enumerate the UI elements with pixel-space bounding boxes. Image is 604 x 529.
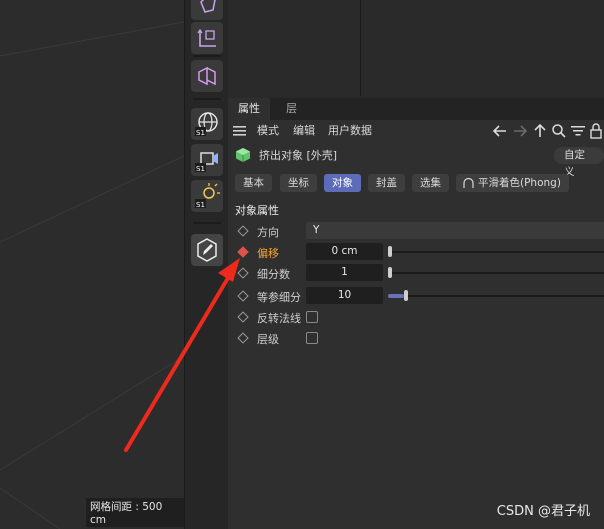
tool-edit-button[interactable] bbox=[191, 234, 223, 266]
keyframe-diamond-icon[interactable] bbox=[237, 225, 249, 237]
customize-button[interactable]: 自定义 bbox=[554, 147, 604, 178]
filter-icon[interactable] bbox=[570, 123, 586, 139]
light-bulb-icon: S1 bbox=[195, 183, 220, 209]
property-label: 等参细分 bbox=[257, 291, 301, 304]
svg-text:S1: S1 bbox=[196, 201, 205, 209]
tab-selections[interactable]: 选集 bbox=[412, 174, 449, 192]
tab-caps[interactable]: 封盖 bbox=[368, 174, 405, 192]
viewport-grid bbox=[0, 21, 184, 529]
tool-camera-button[interactable]: S1 bbox=[191, 144, 223, 176]
tool-palette: S1 S1 S1 bbox=[184, 0, 228, 529]
phong-icon bbox=[463, 177, 474, 188]
deformer-icon bbox=[198, 66, 216, 86]
tab-phong[interactable]: 平滑着色(Phong) bbox=[456, 174, 569, 192]
polygon-icon bbox=[200, 0, 216, 13]
property-tabs: 基本 坐标 对象 封盖 选集 平滑着色(Phong) bbox=[228, 174, 604, 194]
tab-attributes[interactable]: 属性 bbox=[228, 98, 270, 120]
property-row-direction: 方向 Y bbox=[228, 222, 604, 240]
toolbar-separator bbox=[193, 55, 221, 57]
panel-tab-bar: 属性 层 bbox=[228, 98, 604, 120]
subdivisions-input[interactable]: 1 bbox=[306, 264, 383, 281]
object-header: 挤出对象 [外壳] 自定义 bbox=[228, 144, 604, 178]
subdivisions-slider-thumb[interactable] bbox=[388, 267, 392, 278]
tool-light-button[interactable]: S1 bbox=[191, 180, 223, 212]
section-title: 对象属性 bbox=[235, 204, 279, 217]
offset-slider-thumb[interactable] bbox=[388, 246, 392, 257]
property-row-isoparm: 等参细分 10 bbox=[228, 287, 604, 305]
search-icon[interactable] bbox=[551, 123, 567, 139]
top-view-area bbox=[228, 0, 604, 96]
viewport[interactable]: 网格间距 : 500 cm bbox=[0, 0, 184, 529]
axis-cube-icon bbox=[197, 28, 216, 47]
globe-icon: S1 bbox=[195, 112, 218, 137]
camera-icon: S1 bbox=[195, 152, 218, 173]
direction-dropdown[interactable]: Y bbox=[306, 222, 604, 239]
keyframe-diamond-icon[interactable] bbox=[237, 246, 249, 258]
extrude-cube-icon bbox=[236, 148, 250, 162]
tool-environment-button[interactable]: S1 bbox=[191, 108, 223, 140]
hierarchical-checkbox[interactable] bbox=[306, 332, 318, 344]
svg-text:S1: S1 bbox=[196, 165, 205, 173]
panel-menu-bar: 模式 编辑 用户数据 bbox=[228, 120, 604, 142]
subdivisions-slider-track[interactable] bbox=[388, 272, 604, 274]
tab-coordinates[interactable]: 坐标 bbox=[280, 174, 317, 192]
tab-phong-label: 平滑着色(Phong) bbox=[478, 177, 561, 189]
attribute-manager: 属性 层 模式 编辑 用户数据 挤出对象 [外壳] 自定义 基本 坐标 对象 封… bbox=[228, 98, 604, 529]
watermark: CSDN @君子机 bbox=[496, 504, 590, 519]
hamburger-icon[interactable] bbox=[233, 125, 246, 137]
keyframe-diamond-icon[interactable] bbox=[237, 290, 249, 302]
lock-icon[interactable] bbox=[588, 123, 604, 139]
isoparm-slider-thumb[interactable] bbox=[404, 290, 408, 301]
reverse-normals-checkbox[interactable] bbox=[306, 311, 318, 323]
tool-deformer-button[interactable] bbox=[191, 60, 223, 92]
toolbar-separator bbox=[193, 222, 221, 224]
tool-axis-button[interactable] bbox=[191, 22, 223, 54]
keyframe-diamond-icon[interactable] bbox=[237, 332, 249, 344]
isoparm-input[interactable]: 10 bbox=[306, 287, 383, 304]
keyframe-diamond-icon[interactable] bbox=[237, 267, 249, 279]
offset-input[interactable]: 0 cm bbox=[306, 243, 383, 260]
object-name: 挤出对象 [外壳] bbox=[259, 149, 338, 162]
property-label: 反转法线 bbox=[257, 312, 301, 325]
tab-basic[interactable]: 基本 bbox=[235, 174, 272, 192]
offset-slider-track[interactable] bbox=[388, 251, 604, 253]
property-row-reverse-normals: 反转法线 bbox=[228, 308, 604, 326]
tab-layers[interactable]: 层 bbox=[276, 98, 307, 120]
forward-arrow-icon[interactable] bbox=[512, 123, 528, 139]
view-divider bbox=[360, 0, 361, 96]
property-row-hierarchical: 层级 bbox=[228, 329, 604, 347]
property-row-offset: 偏移 0 cm bbox=[228, 243, 604, 261]
isoparm-slider-fill bbox=[388, 294, 404, 298]
svg-text:S1: S1 bbox=[196, 129, 205, 137]
pencil-hex-icon bbox=[197, 238, 217, 262]
keyframe-diamond-icon[interactable] bbox=[237, 311, 249, 323]
back-arrow-icon[interactable] bbox=[492, 123, 508, 139]
menu-mode[interactable]: 模式 bbox=[257, 120, 279, 142]
up-arrow-icon[interactable] bbox=[532, 123, 548, 139]
tab-object[interactable]: 对象 bbox=[324, 174, 361, 192]
property-label: 细分数 bbox=[257, 268, 290, 281]
toolbar-separator bbox=[193, 98, 221, 100]
isoparm-slider-track[interactable] bbox=[388, 295, 604, 297]
property-row-subdivisions: 细分数 1 bbox=[228, 264, 604, 282]
property-label: 偏移 bbox=[257, 247, 279, 260]
grid-spacing-label: 网格间距 : 500 cm bbox=[86, 498, 184, 527]
menu-edit[interactable]: 编辑 bbox=[293, 120, 315, 142]
property-label: 层级 bbox=[257, 333, 279, 346]
menu-user-data[interactable]: 用户数据 bbox=[328, 120, 372, 142]
tool-polygon-button[interactable] bbox=[191, 0, 223, 20]
property-label: 方向 bbox=[257, 226, 279, 239]
